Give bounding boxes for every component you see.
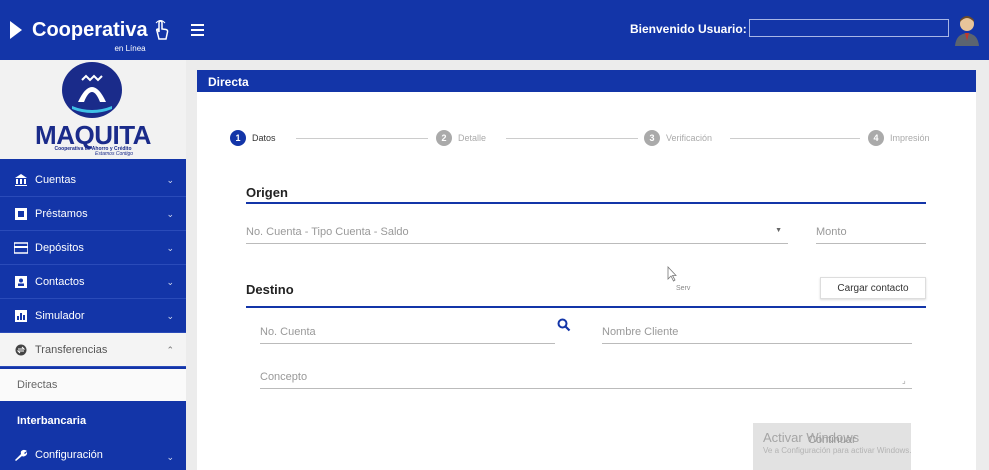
wrench-icon (15, 449, 28, 461)
client-name-placeholder: Nombre Cliente (602, 326, 679, 338)
sidebar-subitem-label: Directas (17, 379, 58, 391)
destino-divider (246, 306, 926, 308)
destination-account-placeholder: No. Cuenta (260, 326, 316, 338)
sidebar-item-configuracion[interactable]: Configuración ⌄ (0, 440, 186, 470)
contacts-icon (15, 275, 27, 288)
load-contact-button[interactable]: Cargar contacto (820, 277, 926, 299)
concept-textarea[interactable]: Concepto (260, 371, 912, 389)
user-avatar-icon[interactable] (953, 14, 981, 46)
stepper-line (506, 138, 638, 139)
step-label: Datos (252, 133, 276, 143)
stepper-line (296, 138, 428, 139)
deposit-icon (14, 241, 28, 254)
step-number: 4 (868, 130, 884, 146)
sidebar-subitem-label: Interbancaria (17, 415, 87, 427)
amount-input[interactable]: Monto (816, 226, 926, 244)
loan-icon (15, 207, 27, 220)
cursor-tooltip: Serv (676, 285, 691, 292)
destination-account-input[interactable]: No. Cuenta (260, 326, 555, 344)
step-label: Impresión (890, 133, 930, 143)
menu-toggle-icon[interactable] (191, 20, 211, 40)
origen-divider (246, 202, 926, 204)
panel-title: Directa (197, 70, 976, 92)
concept-placeholder: Concepto (260, 371, 308, 383)
sidebar-item-label: Configuración (35, 449, 103, 461)
step-detalle: 2 Detalle (436, 130, 486, 146)
step-impresion: 4 Impresión (868, 130, 930, 146)
origen-account-placeholder: No. Cuenta - Tipo Cuenta - Saldo (246, 226, 409, 238)
sidebar-subitem-interbancaria[interactable]: Interbancaria (0, 404, 186, 438)
sidebar-item-transferencias[interactable]: Transferencias ⌃ (0, 333, 186, 367)
search-icon[interactable] (557, 318, 571, 332)
sidebar-item-contactos[interactable]: Contactos ⌄ (0, 265, 186, 299)
hand-pointer-icon (155, 20, 168, 40)
logo-tagline: Cooperativa de Ahorro y Crédito (54, 146, 132, 152)
origen-account-select[interactable]: No. Cuenta - Tipo Cuenta - Saldo ▼ (246, 226, 788, 244)
destino-title: Destino (246, 282, 294, 297)
chevron-down-icon: ⌄ (166, 277, 174, 287)
chevron-up-icon: ⌃ (166, 345, 174, 355)
sidebar-item-label: Simulador (35, 309, 85, 322)
brand-arrow-icon (10, 21, 22, 39)
welcome-label: Bienvenido Usuario: (630, 22, 747, 36)
logo-slogan: Estamos Contigo (95, 151, 134, 157)
sidebar-item-depositos[interactable]: Depósitos ⌄ (0, 231, 186, 265)
step-number: 2 (436, 130, 452, 146)
sidebar-item-label: Cuentas (35, 173, 76, 186)
chart-icon (15, 309, 27, 322)
brand-name: Cooperativa en Línea (32, 20, 148, 53)
maquita-logo-icon (62, 62, 122, 118)
sidebar-subitem-directas[interactable]: Directas (0, 367, 186, 401)
brand[interactable]: Cooperativa en Línea (0, 0, 186, 60)
step-verificacion: 3 Verificación (644, 130, 712, 146)
step-label: Verificación (666, 133, 713, 143)
mouse-cursor-icon (667, 266, 677, 282)
sidebar-item-label: Transferencias (35, 343, 108, 356)
logo-area: MAQUITA Cooperativa de Ahorro y Crédito … (0, 60, 186, 159)
sidebar-item-label: Préstamos (35, 207, 88, 220)
windows-activation-subtitle: Ve a Configuración para activar Windows. (763, 446, 912, 455)
brand-sub: en Línea (114, 44, 146, 53)
stepper-line (730, 138, 860, 139)
client-name-input[interactable]: Nombre Cliente (602, 326, 912, 344)
transfer-icon (15, 344, 27, 355)
sidebar-item-simulador[interactable]: Simulador ⌄ (0, 299, 186, 333)
sidebar-item-cuentas[interactable]: Cuentas ⌄ (0, 163, 186, 197)
step-label: Detalle (458, 133, 487, 143)
continue-label: Continuar (808, 434, 856, 446)
amount-placeholder: Monto (816, 226, 847, 238)
sidebar-item-prestamos[interactable]: Préstamos ⌄ (0, 197, 186, 231)
top-bar: Cooperativa en Línea Bienvenido Usuario: (0, 0, 989, 60)
caret-down-icon: ▼ (775, 227, 782, 234)
user-name-box (749, 19, 949, 37)
step-number: 3 (644, 130, 660, 146)
chevron-down-icon: ⌄ (166, 243, 174, 253)
origen-title: Origen (246, 185, 288, 200)
sidebar-item-label: Contactos (35, 275, 85, 288)
chevron-down-icon: ⌄ (166, 452, 174, 462)
resize-grip-icon[interactable]: ⌟ (902, 376, 906, 385)
step-datos: 1 Datos (230, 130, 276, 146)
sidebar-item-label: Depósitos (35, 241, 84, 254)
step-number: 1 (230, 130, 246, 146)
chevron-down-icon: ⌄ (166, 175, 174, 185)
chevron-down-icon: ⌄ (166, 209, 174, 219)
chevron-down-icon: ⌄ (166, 311, 174, 321)
bank-icon (15, 173, 27, 186)
